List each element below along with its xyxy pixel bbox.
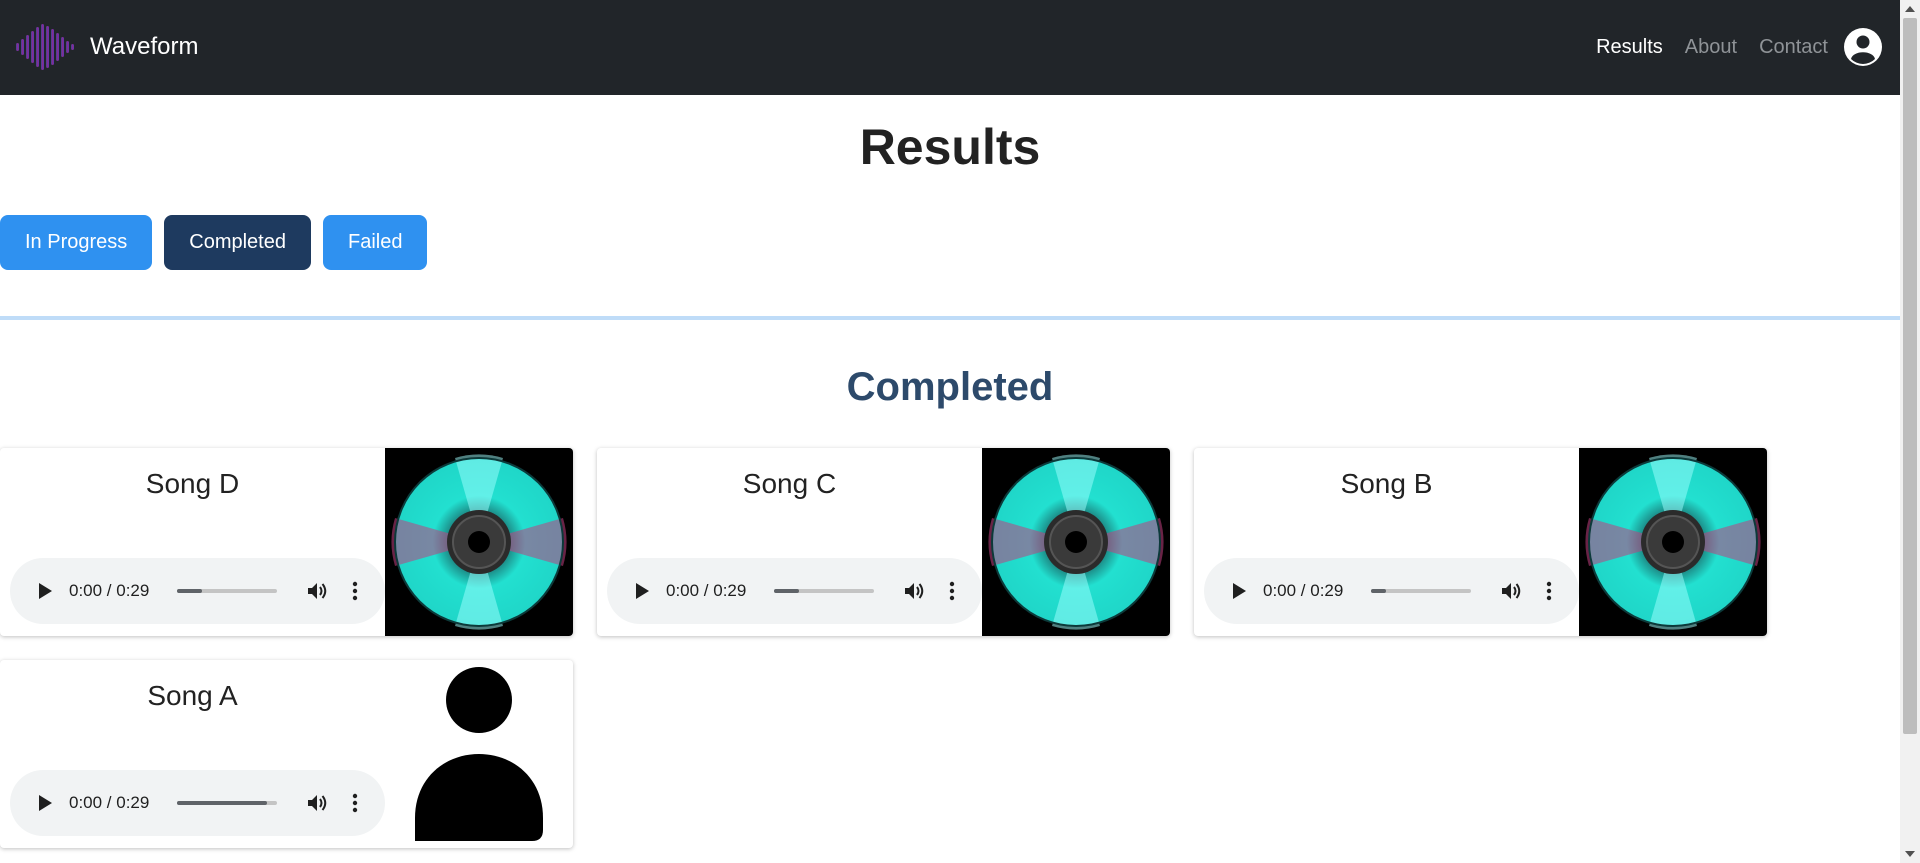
song-title: Song D: [145, 468, 240, 499]
page-title: Results: [859, 119, 1041, 175]
nav-link-results[interactable]: Results: [1596, 36, 1663, 59]
volume-icon[interactable]: [305, 790, 331, 816]
more-options-icon[interactable]: [345, 578, 365, 604]
time-display: 0:00 / 0:29: [1263, 581, 1344, 600]
seek-slider[interactable]: [177, 801, 277, 805]
audio-player: 0:00 / 0:29: [607, 558, 982, 624]
volume-icon[interactable]: [902, 578, 928, 604]
more-options-icon[interactable]: [345, 790, 365, 816]
cd-disc-icon: [1579, 448, 1767, 636]
tab-completed[interactable]: Completed: [164, 215, 311, 270]
song-title: Song C: [742, 468, 837, 499]
nav-links: Results About Contact: [1574, 28, 1882, 66]
cd-disc-icon: [385, 448, 573, 636]
seek-slider[interactable]: [774, 589, 874, 593]
scroll-thumb[interactable]: [1903, 18, 1917, 734]
audio-player: 0:00 / 0:29: [10, 558, 385, 624]
song-title: Song B: [1340, 468, 1433, 499]
volume-icon[interactable]: [305, 578, 331, 604]
song-card: Song D 0:00 / 0:29: [0, 448, 573, 636]
cd-disc-icon: [982, 448, 1170, 636]
page-scrollbar[interactable]: [1900, 0, 1920, 863]
scroll-up-arrow-icon[interactable]: [1900, 0, 1920, 18]
divider: [0, 316, 1900, 320]
status-tabs: In Progress Completed Failed: [0, 215, 439, 270]
user-avatar-icon[interactable]: [1844, 28, 1882, 66]
waveform-logo-icon: [16, 24, 74, 70]
song-title: Song A: [147, 680, 238, 711]
audio-player: 0:00 / 0:29: [1204, 558, 1579, 624]
audio-player: 0:00 / 0:29: [10, 770, 385, 836]
seek-slider[interactable]: [1371, 589, 1471, 593]
song-card: Song C 0:00 / 0:29: [597, 448, 1170, 636]
nav-link-about[interactable]: About: [1685, 36, 1737, 59]
seek-progress: [177, 801, 267, 805]
play-icon[interactable]: [630, 579, 654, 603]
time-display: 0:00 / 0:29: [69, 793, 150, 812]
tab-failed[interactable]: Failed: [322, 215, 428, 270]
tab-in-progress[interactable]: In Progress: [0, 215, 153, 270]
play-icon[interactable]: [1227, 579, 1251, 603]
nav-link-contact[interactable]: Contact: [1759, 36, 1828, 59]
more-options-icon[interactable]: [942, 578, 962, 604]
song-card: Song A 0:00 / 0:29: [0, 660, 573, 848]
brand[interactable]: Waveform: [14, 21, 198, 73]
seek-progress: [774, 589, 799, 593]
seek-progress: [1371, 589, 1386, 593]
play-icon[interactable]: [33, 791, 57, 815]
more-options-icon[interactable]: [1539, 578, 1559, 604]
seek-progress: [177, 589, 202, 593]
time-display: 0:00 / 0:29: [69, 581, 150, 600]
navbar: Waveform Results About Contact: [0, 0, 1900, 95]
person-icon: [385, 660, 573, 848]
scroll-down-arrow-icon[interactable]: [1900, 845, 1920, 863]
seek-slider[interactable]: [177, 589, 277, 593]
volume-icon[interactable]: [1499, 578, 1525, 604]
section-title: Completed: [846, 365, 1054, 409]
song-card: Song B 0:00 / 0:29: [1194, 448, 1767, 636]
play-icon[interactable]: [33, 579, 57, 603]
time-display: 0:00 / 0:29: [666, 581, 747, 600]
brand-name: Waveform: [90, 33, 199, 60]
